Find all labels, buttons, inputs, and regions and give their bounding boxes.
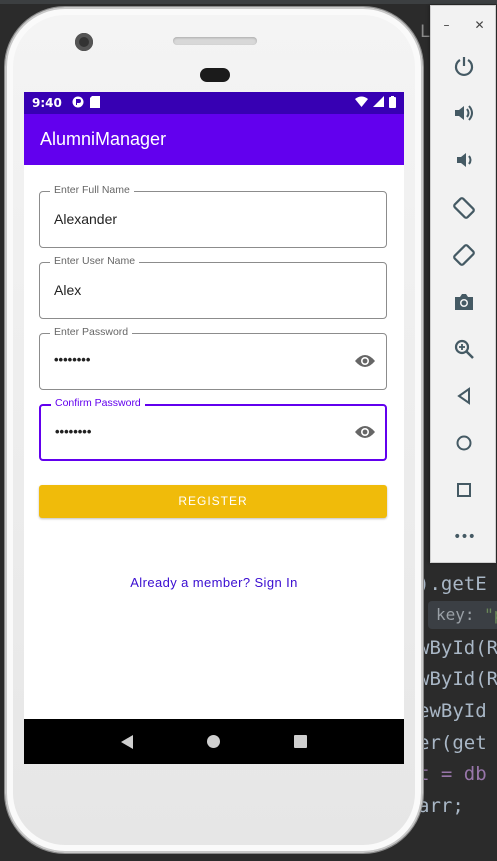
- device-screen: 9:40 AlumniManager Enter Full Name Alexa…: [24, 92, 404, 764]
- nav-home-icon[interactable]: [207, 735, 220, 748]
- signal-icon: [373, 96, 384, 110]
- power-icon[interactable]: [448, 50, 480, 82]
- full-name-label: Enter Full Name: [50, 184, 134, 196]
- emulator-window-controls: – ✕: [431, 18, 497, 32]
- front-camera: [75, 33, 93, 51]
- ide-code-line: wById(R: [418, 637, 497, 659]
- earpiece-speaker: [173, 37, 257, 45]
- ide-code-line: wById(R: [418, 668, 497, 690]
- ide-code-line: er(get: [418, 732, 487, 754]
- close-button[interactable]: ✕: [474, 18, 484, 32]
- ide-hint-key: key:: [436, 605, 475, 624]
- overview-icon[interactable]: [448, 474, 480, 506]
- notification-icon: [72, 96, 84, 111]
- status-bar: 9:40: [24, 92, 404, 114]
- volume-up-icon[interactable]: [448, 97, 480, 129]
- rotate-right-icon[interactable]: [448, 239, 480, 271]
- wifi-icon: [355, 96, 368, 110]
- more-icon[interactable]: •••: [448, 521, 480, 553]
- app-title: AlumniManager: [40, 129, 167, 149]
- ide-code-line: ).getE: [418, 573, 487, 595]
- user-name-value: Alex: [54, 282, 82, 298]
- password-field[interactable]: Enter Password ••••••••: [39, 326, 387, 390]
- confirm-password-visibility-toggle-icon[interactable]: [354, 424, 376, 440]
- ide-parameter-hint: key: "p: [428, 601, 497, 629]
- password-value: ••••••••: [54, 352, 91, 367]
- sign-in-link[interactable]: Already a member? Sign In: [24, 575, 404, 590]
- camera-icon[interactable]: [448, 286, 480, 318]
- emulator-phone-frame: 9:40 AlumniManager Enter Full Name Alexa…: [5, 7, 423, 853]
- confirm-password-field[interactable]: Confirm Password ••••••••: [39, 397, 387, 461]
- back-icon[interactable]: [448, 380, 480, 412]
- register-button[interactable]: REGISTER: [39, 485, 387, 518]
- minimize-button[interactable]: –: [443, 18, 449, 32]
- nav-back-icon[interactable]: [121, 734, 133, 749]
- nav-recents-icon[interactable]: [294, 735, 307, 748]
- full-name-value: Alexander: [54, 211, 118, 227]
- ide-hint-value: "p: [484, 605, 497, 624]
- password-label: Enter Password: [50, 326, 133, 338]
- ide-code-line: t = db: [418, 763, 487, 785]
- proximity-sensor: [200, 68, 230, 82]
- emulator-toolbar: – ✕ •••: [430, 5, 496, 563]
- volume-down-icon[interactable]: [448, 144, 480, 176]
- app-bar: AlumniManager: [24, 114, 404, 165]
- confirm-password-label: Confirm Password: [51, 397, 145, 409]
- zoom-icon[interactable]: [448, 333, 480, 365]
- confirm-password-value: ••••••••: [55, 424, 92, 439]
- home-icon[interactable]: [448, 427, 480, 459]
- ide-top-bar: [0, 0, 497, 4]
- password-visibility-toggle-icon[interactable]: [354, 353, 376, 369]
- full-name-field[interactable]: Enter Full Name Alexander: [39, 184, 387, 248]
- user-name-label: Enter User Name: [50, 255, 140, 267]
- ide-code-line: ewById: [418, 700, 487, 722]
- user-name-field[interactable]: Enter User Name Alex: [39, 255, 387, 319]
- rotate-left-icon[interactable]: [448, 192, 480, 224]
- navigation-bar: [24, 719, 404, 764]
- ide-code-line: arr;: [418, 795, 464, 817]
- status-time: 9:40: [32, 96, 62, 110]
- battery-icon: [389, 95, 396, 111]
- sd-card-icon: [89, 95, 100, 111]
